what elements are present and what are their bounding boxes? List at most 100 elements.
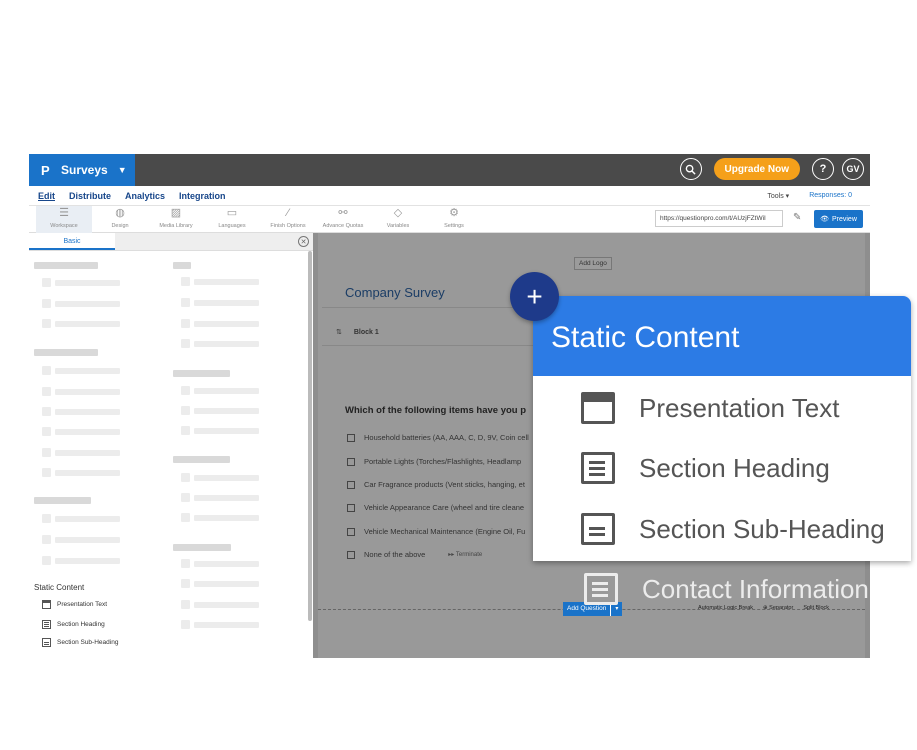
workspace-icon: ☰: [59, 207, 69, 219]
tool-workspace[interactable]: ☰ Workspace: [36, 206, 92, 233]
section-heading-icon: [581, 452, 615, 484]
answer-option[interactable]: Car Fragrance products (Vent sticks, han…: [347, 480, 525, 489]
tool-label: Finish Options: [270, 223, 306, 229]
tool-label: Advance Quotas: [322, 223, 364, 229]
automatic-logic-break-link[interactable]: Automatic Logic Break: [698, 605, 753, 611]
placeholder-heading: [173, 456, 230, 463]
menu-edit[interactable]: Edit: [38, 191, 55, 201]
tool-media-library[interactable]: ▨ Media Library: [148, 206, 204, 233]
preview-label: Preview: [831, 215, 857, 223]
terminate-badge: ▸▸ Terminate: [448, 551, 482, 558]
tag-icon: ◇: [393, 207, 403, 219]
answer-option[interactable]: Vehicle Appearance Care (wheel and tire …: [347, 503, 524, 512]
checkbox[interactable]: [347, 480, 355, 489]
tool-label: Settings: [444, 223, 464, 229]
tool-label: Variables: [386, 223, 410, 229]
tool-settings[interactable]: ⚙ Settings: [426, 206, 482, 233]
popup-item-label: Section Heading: [639, 452, 830, 483]
checkbox[interactable]: [347, 550, 355, 559]
popup-item-label: Presentation Text: [639, 392, 840, 423]
panel-scrollbar[interactable]: [308, 251, 312, 621]
placeholder-row: [181, 298, 259, 307]
collapse-icon[interactable]: ⇅: [336, 329, 342, 336]
tool-variables[interactable]: ◇ Variables: [370, 206, 426, 233]
tool-design[interactable]: ◍ Design: [92, 206, 148, 233]
quota-icon: ⚯: [338, 207, 348, 219]
pencil-icon[interactable]: ✎: [793, 212, 801, 223]
question-text[interactable]: Which of the following items have you p: [345, 405, 526, 416]
popup-item-presentation-text[interactable]: Presentation Text: [581, 392, 839, 424]
menu-analytics[interactable]: Analytics: [125, 191, 165, 201]
separator-link[interactable]: ⊕ Separator: [763, 605, 793, 611]
question-types-panel: Basic ✕ Static Content Presentation Text…: [29, 233, 313, 658]
block-header[interactable]: ⇅ Block 1: [336, 328, 379, 336]
faded-contact-information-item: Contact Information: [584, 573, 869, 605]
placeholder-row: [42, 535, 120, 544]
survey-url-field[interactable]: https://questionpro.com/t/AUzjFZtWiI: [655, 210, 783, 227]
answer-option[interactable]: None of the above ▸▸ Terminate: [347, 550, 482, 559]
popup-heading: Static Content: [533, 296, 911, 376]
image-icon: ▨: [170, 207, 182, 219]
static-item-presentation-text[interactable]: Presentation Text: [42, 600, 107, 609]
answer-option[interactable]: Household batteries (AA, AAA, C, D, 9V, …: [347, 433, 529, 442]
answer-option[interactable]: Vehicle Mechanical Maintenance (Engine O…: [347, 527, 525, 536]
gear-icon: ⚙: [449, 207, 459, 219]
contact-information-icon: [584, 573, 618, 605]
presentation-text-icon: [42, 600, 51, 609]
language-icon: ▭: [226, 207, 238, 219]
static-item-section-heading[interactable]: Section Heading: [42, 620, 105, 629]
upgrade-now-button[interactable]: Upgrade Now: [713, 158, 800, 180]
placeholder-row: [42, 514, 120, 523]
placeholder-row: [181, 620, 259, 629]
add-logo-button[interactable]: Add Logo: [574, 257, 612, 270]
preview-button[interactable]: 👁 Preview: [814, 210, 863, 228]
help-button[interactable]: ?: [812, 158, 834, 180]
checkbox[interactable]: [347, 503, 355, 512]
user-avatar[interactable]: GV: [842, 158, 864, 180]
option-label: Car Fragrance products (Vent sticks, han…: [364, 480, 525, 489]
placeholder-row: [42, 319, 120, 328]
menu-integration[interactable]: Integration: [179, 191, 226, 201]
checkbox[interactable]: [347, 433, 355, 442]
static-content-heading: Static Content: [34, 583, 85, 592]
divider: [322, 345, 542, 346]
popup-item-section-heading[interactable]: Section Heading: [581, 452, 830, 484]
placeholder-row: [42, 366, 120, 375]
tab-basic[interactable]: Basic: [29, 233, 115, 250]
placeholder-row: [181, 406, 259, 415]
tool-finish-options[interactable]: ⁄ Finish Options: [260, 206, 316, 233]
add-content-fab[interactable]: +: [510, 272, 559, 321]
static-content-popup: Static Content Presentation Text Section…: [533, 296, 911, 561]
palette-icon: ◍: [115, 207, 125, 219]
menu-distribute[interactable]: Distribute: [69, 191, 111, 201]
tool-advance-quotas[interactable]: ⚯ Advance Quotas: [315, 206, 371, 233]
option-label: Household batteries (AA, AAA, C, D, 9V, …: [364, 433, 529, 442]
placeholder-row: [42, 278, 120, 287]
tool-label: Languages: [218, 223, 246, 229]
questionpro-logo-icon: P: [41, 162, 50, 178]
answer-option[interactable]: Portable Lights (Torches/Flashlights, He…: [347, 457, 521, 466]
option-label: Vehicle Appearance Care (wheel and tire …: [364, 503, 525, 512]
placeholder-row: [42, 448, 120, 457]
faded-item-label: Contact Information: [642, 573, 869, 604]
split-block-link[interactable]: Split Block: [803, 605, 829, 611]
surveys-product-switcher[interactable]: P Surveys ▼: [29, 154, 135, 186]
fast-forward-icon: ▸▸: [448, 552, 456, 558]
checkbox[interactable]: [347, 457, 355, 466]
block-footer-links: Automatic Logic Break ⊕ Separator Split …: [698, 605, 829, 611]
placeholder-row: [181, 600, 259, 609]
placeholder-row: [181, 426, 259, 435]
search-icon[interactable]: [679, 158, 702, 180]
static-item-section-sub-heading[interactable]: Section Sub-Heading: [42, 638, 118, 647]
close-icon[interactable]: ✕: [298, 236, 309, 247]
presentation-text-icon: [581, 392, 615, 424]
tools-dropdown[interactable]: Tools ▾: [767, 192, 789, 200]
survey-title[interactable]: Company Survey: [345, 285, 445, 300]
menu-bar: Edit Distribute Analytics Integration To…: [29, 186, 870, 206]
static-item-label: Presentation Text: [57, 601, 108, 608]
divider: [322, 307, 542, 308]
responses-count[interactable]: Responses: 0: [809, 192, 852, 200]
tool-languages[interactable]: ▭ Languages: [204, 206, 260, 233]
popup-item-section-sub-heading[interactable]: Section Sub-Heading: [581, 513, 885, 545]
checkbox[interactable]: [347, 527, 355, 536]
